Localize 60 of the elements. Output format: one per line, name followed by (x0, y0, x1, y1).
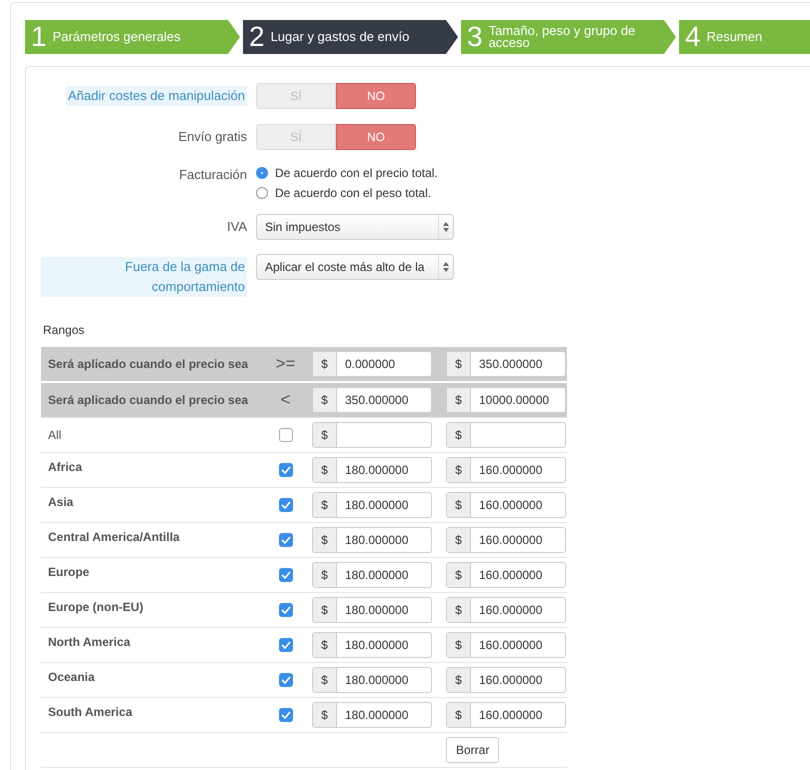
radio-label: De acuerdo con el peso total. (275, 186, 432, 200)
price-input[interactable]: $ 180.000000 (312, 632, 432, 658)
price-input[interactable]: $ 0.000000 (312, 351, 432, 377)
price-input[interactable]: $ 160.000000 (446, 457, 566, 483)
zone-name: North America (47, 634, 132, 649)
price-input[interactable]: $ 160.000000 (446, 702, 566, 728)
price-input[interactable]: $ (446, 422, 566, 448)
zone-name: Oceania (47, 669, 96, 684)
price-input[interactable]: $ 180.000000 (312, 702, 432, 728)
operator-symbol: >= (276, 354, 296, 374)
checkbox[interactable] (278, 568, 292, 582)
price-input[interactable]: $ 350.000000 (446, 351, 566, 377)
price-input[interactable]: $ 180.000000 (312, 597, 432, 623)
radio-button[interactable] (256, 167, 268, 179)
checkbox[interactable] (278, 533, 292, 547)
range-label: Será aplicado cuando el precio sea (47, 393, 250, 407)
zone-name: Europe (47, 564, 90, 579)
sort-arrows-icon (443, 222, 449, 232)
price-input[interactable]: $ 160.000000 (446, 562, 566, 588)
zone-name: Central America/Antilla (47, 529, 181, 544)
checkbox[interactable] (278, 708, 292, 722)
sort-arrows-icon (443, 262, 449, 272)
field-label: Fuera de la gama de comportamiento (41, 257, 247, 297)
price-input[interactable]: $ 160.000000 (446, 667, 566, 693)
price-input[interactable]: $ 160.000000 (446, 632, 566, 658)
price-input[interactable]: $ 180.000000 (312, 667, 432, 693)
price-input[interactable]: $ 180.000000 (312, 457, 432, 483)
price-input[interactable]: $ 160.000000 (446, 492, 566, 518)
delete-button[interactable]: Borrar (446, 737, 500, 763)
zone-name: Africa (47, 459, 84, 474)
checkbox[interactable] (278, 603, 292, 617)
field-label: Añadir costes de manipulación (66, 86, 247, 106)
wizard-step[interactable]: 2 Lugar y gastos de envío (243, 20, 458, 54)
operator-symbol: < (280, 390, 290, 410)
field-label: Facturación (179, 166, 247, 184)
checkbox[interactable] (278, 428, 292, 442)
zone-name: All (47, 428, 62, 442)
checkbox[interactable] (278, 498, 292, 512)
checkbox[interactable] (278, 673, 292, 687)
zone-name: Asia (47, 494, 74, 509)
price-input[interactable]: $ 350.000000 (312, 387, 432, 413)
price-input[interactable]: $ 160.000000 (446, 597, 566, 623)
zone-name: South America (47, 704, 134, 719)
field-label: Envío gratis (178, 128, 247, 146)
price-input[interactable]: $ 160.000000 (446, 527, 566, 553)
range-label: Será aplicado cuando el precio sea (47, 357, 250, 371)
select-dropdown[interactable]: Sin impuestos (256, 214, 454, 240)
field-label: IVA (227, 218, 247, 236)
price-input[interactable]: $ 180.000000 (312, 527, 432, 553)
radio-button[interactable] (256, 187, 268, 199)
price-input[interactable]: $ 10000.00000 (446, 387, 566, 413)
price-input[interactable]: $ 180.000000 (312, 562, 432, 588)
radio-label: De acuerdo con el precio total. (275, 166, 438, 180)
zone-name: Europe (non-EU) (47, 599, 144, 614)
checkbox[interactable] (278, 463, 292, 477)
price-input[interactable]: $ 180.000000 (312, 492, 432, 518)
checkbox[interactable] (278, 638, 292, 652)
section-title: Rangos (43, 323, 84, 337)
price-input[interactable]: $ (312, 422, 432, 448)
select-dropdown[interactable]: Aplicar el coste más alto de la (256, 254, 454, 280)
